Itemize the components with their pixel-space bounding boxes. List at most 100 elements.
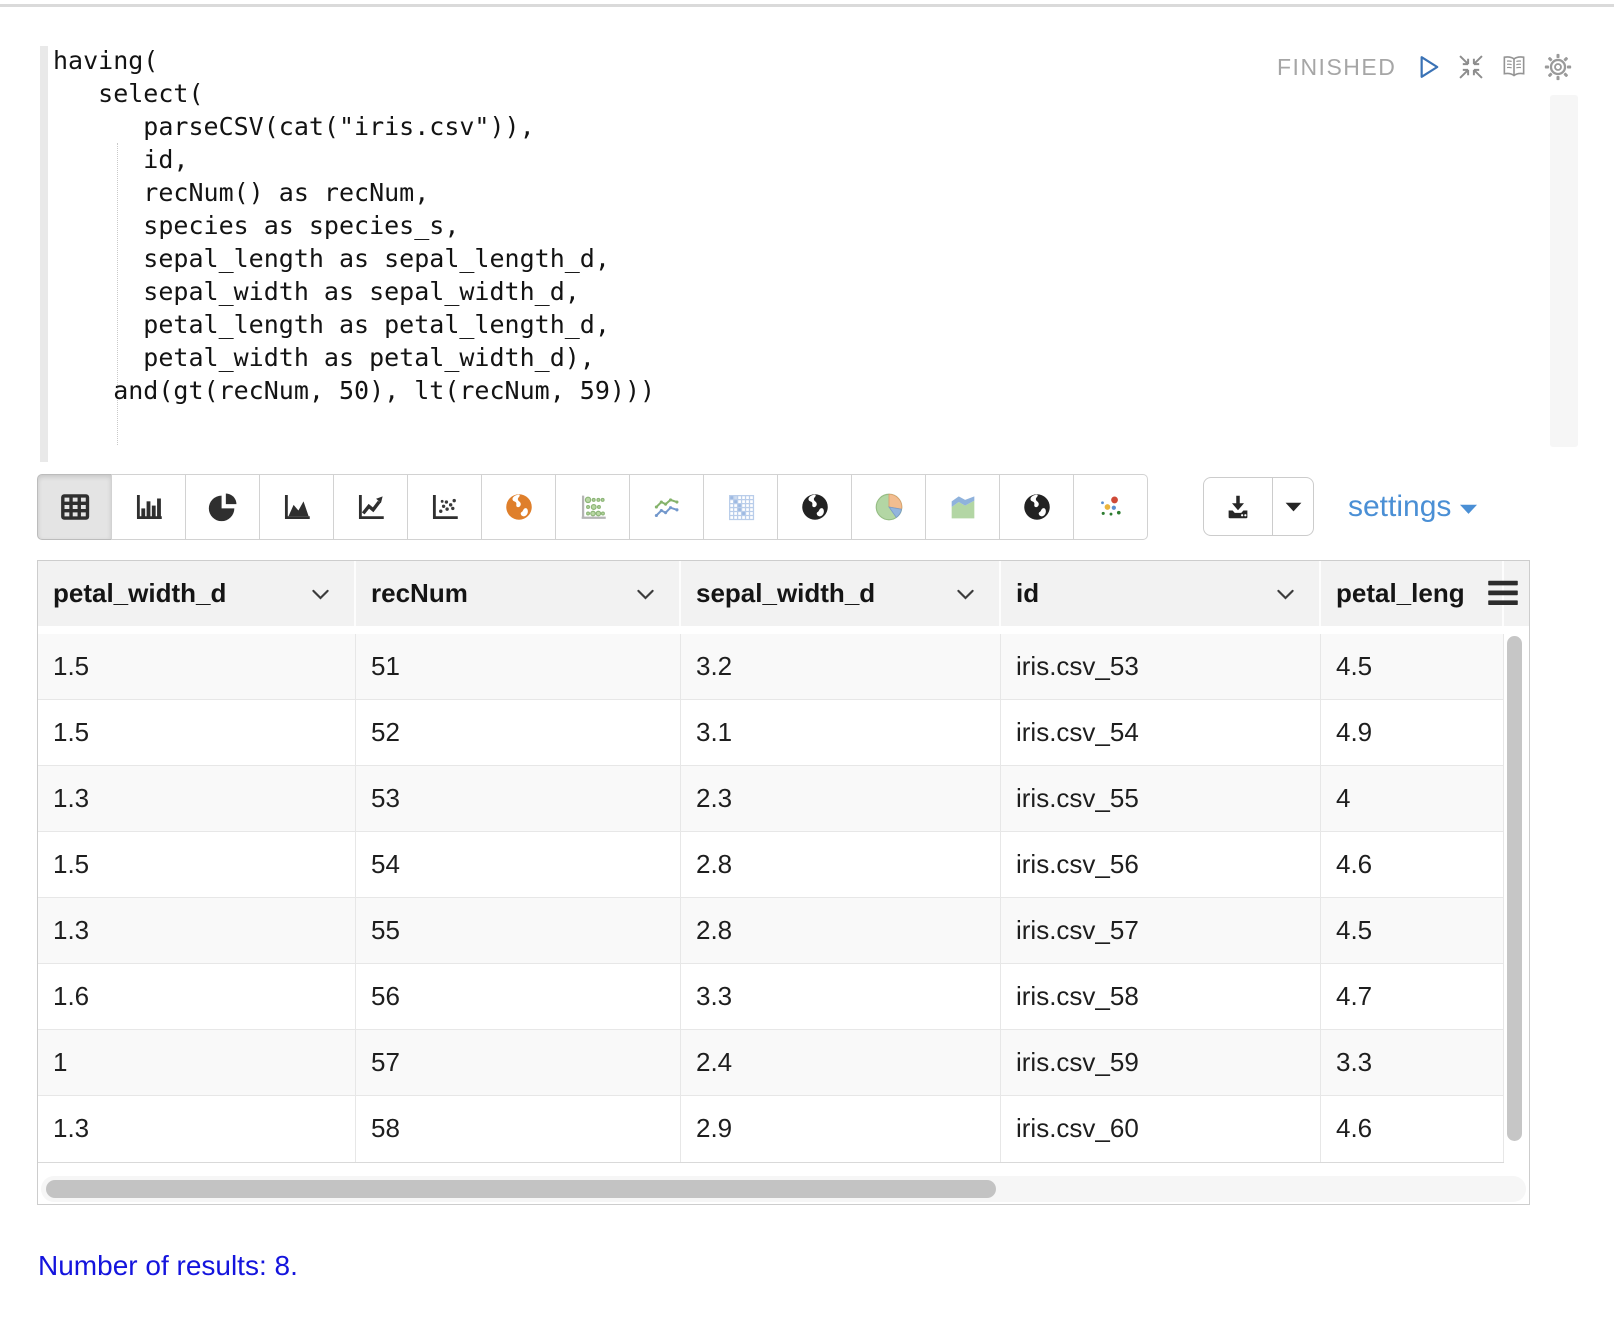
table-row: 1.3 58 2.9 iris.csv_60 4.6	[38, 1096, 1504, 1162]
grid-menu-button[interactable]	[1487, 579, 1519, 607]
column-header-recNum[interactable]: recNum	[356, 561, 681, 626]
table-cell: 3.3	[681, 964, 1001, 1029]
table-cell: 2.4	[681, 1030, 1001, 1095]
column-header-label: id	[1016, 578, 1040, 608]
column-menu-button[interactable]	[311, 588, 330, 600]
table-cell: 2.3	[681, 766, 1001, 831]
column-header-label: sepal_width_d	[696, 578, 876, 608]
download-icon	[1228, 495, 1248, 518]
table-cell: 52	[356, 700, 681, 765]
column-header-petal_leng[interactable]: petal_leng	[1321, 561, 1504, 626]
table-cell: 55	[356, 898, 681, 963]
open-book-icon	[1503, 56, 1525, 77]
table-cell: iris.csv_53	[1001, 634, 1321, 699]
table-cell: 51	[356, 634, 681, 699]
table-cell: iris.csv_54	[1001, 700, 1321, 765]
table-row: 1.5 54 2.8 iris.csv_56 4.6	[38, 832, 1504, 898]
column-header-id[interactable]: id	[1001, 561, 1321, 626]
paragraph-top-divider	[0, 4, 1614, 7]
caret-down-icon	[1285, 502, 1301, 511]
table-cell: 3.3	[1321, 1030, 1504, 1095]
area-chart-icon	[284, 494, 310, 520]
column-header-sepal_width_d[interactable]: sepal_width_d	[681, 561, 1001, 626]
column-menu-button[interactable]	[636, 588, 655, 600]
table-cell: 1.6	[38, 964, 356, 1029]
table-row: 1 57 2.4 iris.csv_59 3.3	[38, 1030, 1504, 1096]
chevron-down-icon	[957, 589, 974, 600]
globe-dark-1-icon	[801, 494, 828, 520]
scatter-chart-icon	[432, 494, 458, 520]
table-body: 1.5 51 3.2 iris.csv_53 4.5 1.5 52 3.1 iris.csv_5…	[38, 634, 1504, 1163]
globe-dark-1-button[interactable]	[777, 474, 852, 540]
table-cell: iris.csv_58	[1001, 964, 1321, 1029]
colored-scatter-button[interactable]	[1073, 474, 1148, 540]
code-editor-content[interactable]: having( select( parseCSV(cat("iris.csv")…	[53, 44, 655, 407]
table-vertical-scrollbar[interactable]	[1507, 636, 1522, 1141]
bubble-matrix-button[interactable]	[555, 474, 630, 540]
table-row: 1.5 51 3.2 iris.csv_53 4.5	[38, 634, 1504, 700]
scatter-chart-button[interactable]	[407, 474, 482, 540]
pie-pastel-icon	[875, 493, 902, 521]
line-chart-icon	[358, 494, 384, 520]
multi-line-chart-button[interactable]	[629, 474, 704, 540]
table-cell: iris.csv_56	[1001, 832, 1321, 897]
table-chart-button[interactable]	[37, 474, 112, 540]
table-cell: 57	[356, 1030, 681, 1095]
paragraph-settings-button[interactable]	[1543, 52, 1573, 82]
globe-dark-2-icon	[1023, 494, 1050, 520]
show-editor-button[interactable]	[1499, 52, 1529, 82]
chevron-down-icon	[637, 589, 654, 600]
stacked-area-icon	[951, 496, 974, 519]
table-horizontal-scrollbar[interactable]	[46, 1180, 996, 1198]
results-table: petal_width_d recNum sepal_width_d id petal_…	[37, 560, 1530, 1205]
column-header-label: petal_leng	[1336, 578, 1465, 608]
bar-chart-button[interactable]	[111, 474, 186, 540]
table-row: 1.3 53 2.3 iris.csv_55 4	[38, 766, 1504, 832]
heatmap-button[interactable]	[703, 474, 778, 540]
download-button[interactable]	[1203, 477, 1273, 536]
table-horizontal-scrollbar-track	[41, 1176, 1526, 1202]
download-button-group	[1203, 477, 1314, 536]
table-cell: 4.6	[1321, 1096, 1504, 1162]
table-cell: 53	[356, 766, 681, 831]
table-cell: 4	[1321, 766, 1504, 831]
results-count: Number of results: 8.	[38, 1250, 298, 1281]
table-cell: 4.6	[1321, 832, 1504, 897]
table-row: 1.3 55 2.8 iris.csv_57 4.5	[38, 898, 1504, 964]
stacked-area-button[interactable]	[925, 474, 1000, 540]
area-chart-button[interactable]	[259, 474, 334, 540]
globe-dark-2-button[interactable]	[999, 474, 1074, 540]
download-options-button[interactable]	[1272, 477, 1314, 536]
table-cell: 58	[356, 1096, 681, 1162]
column-menu-button[interactable]	[956, 588, 975, 600]
map-globe-orange-button[interactable]	[481, 474, 556, 540]
bubble-matrix-icon	[581, 495, 606, 519]
heatmap-icon	[728, 495, 754, 521]
map-globe-orange-icon	[505, 494, 532, 520]
table-cell: 56	[356, 964, 681, 1029]
table-cell: 1.3	[38, 766, 356, 831]
colored-scatter-icon	[1100, 496, 1121, 516]
table-cell: 4.5	[1321, 634, 1504, 699]
line-chart-button[interactable]	[333, 474, 408, 540]
editor-scrollbar[interactable]	[1550, 95, 1578, 447]
table-cell: 2.8	[681, 832, 1001, 897]
column-menu-button[interactable]	[1276, 588, 1295, 600]
table-cell: 1	[38, 1030, 356, 1095]
table-cell: iris.csv_55	[1001, 766, 1321, 831]
table-cell: 1.5	[38, 700, 356, 765]
bar-chart-icon	[136, 494, 162, 520]
visualization-toolbar	[37, 474, 1148, 540]
table-row: 1.5 52 3.1 iris.csv_54 4.9	[38, 700, 1504, 766]
pie-chart-button[interactable]	[185, 474, 260, 540]
collapse-output-button[interactable]	[1456, 52, 1486, 82]
table-header-row: petal_width_d recNum sepal_width_d id petal_…	[38, 561, 1529, 626]
run-paragraph-button[interactable]	[1413, 52, 1443, 82]
table-cell: 1.3	[38, 898, 356, 963]
settings-link[interactable]: settings	[1348, 490, 1478, 524]
column-header-petal_width_d[interactable]: petal_width_d	[38, 561, 356, 626]
table-cell: iris.csv_60	[1001, 1096, 1321, 1162]
pie-pastel-button[interactable]	[851, 474, 926, 540]
zeppelin-paragraph: having( select( parseCSV(cat("iris.csv")…	[0, 0, 1614, 1322]
table-cell: 1.5	[38, 832, 356, 897]
